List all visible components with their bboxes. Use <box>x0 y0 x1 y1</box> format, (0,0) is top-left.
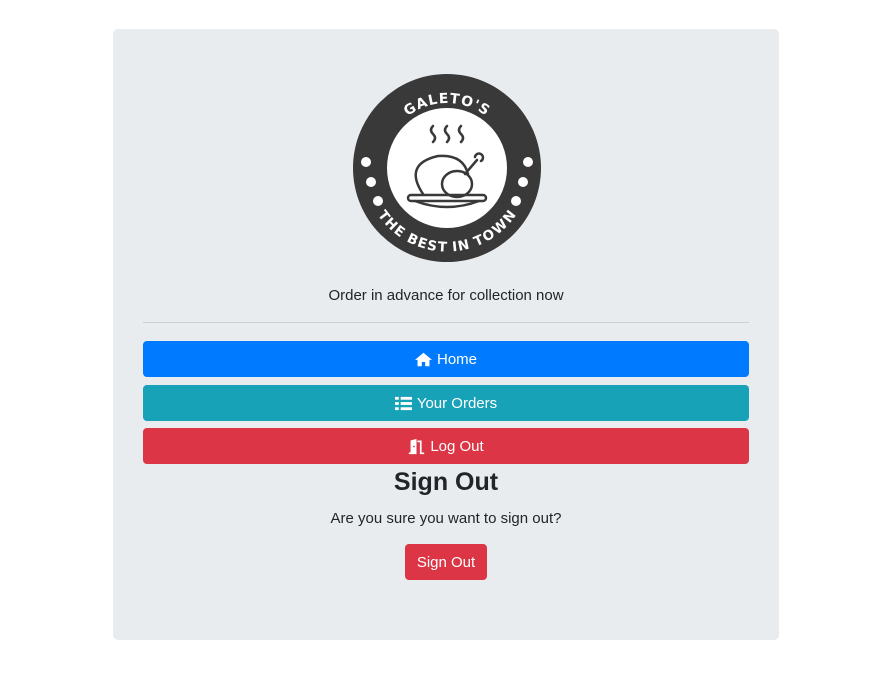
page-title: Sign Out <box>393 468 499 496</box>
home-button[interactable]: Home <box>143 341 749 377</box>
galetos-logo: GALETO'S THE BEST IN TOWN <box>353 74 541 262</box>
your-orders-label: Your Orders <box>416 394 498 412</box>
list-icon <box>394 396 412 410</box>
home-icon <box>414 352 432 366</box>
door-open-icon <box>409 438 425 454</box>
confirm-question: Are you sure you want to sign out? <box>330 510 562 527</box>
your-orders-button[interactable]: Your Orders <box>143 385 749 421</box>
sign-out-button[interactable]: Sign Out <box>405 544 487 580</box>
tagline: Order in advance for collection now <box>328 287 564 304</box>
home-label: Home <box>436 350 477 368</box>
main-card: GALETO'S THE BEST IN TOWN Order in advan… <box>113 29 779 640</box>
log-out-label: Log Out <box>430 437 484 455</box>
divider <box>143 322 749 323</box>
log-out-button[interactable]: Log Out <box>143 428 749 464</box>
